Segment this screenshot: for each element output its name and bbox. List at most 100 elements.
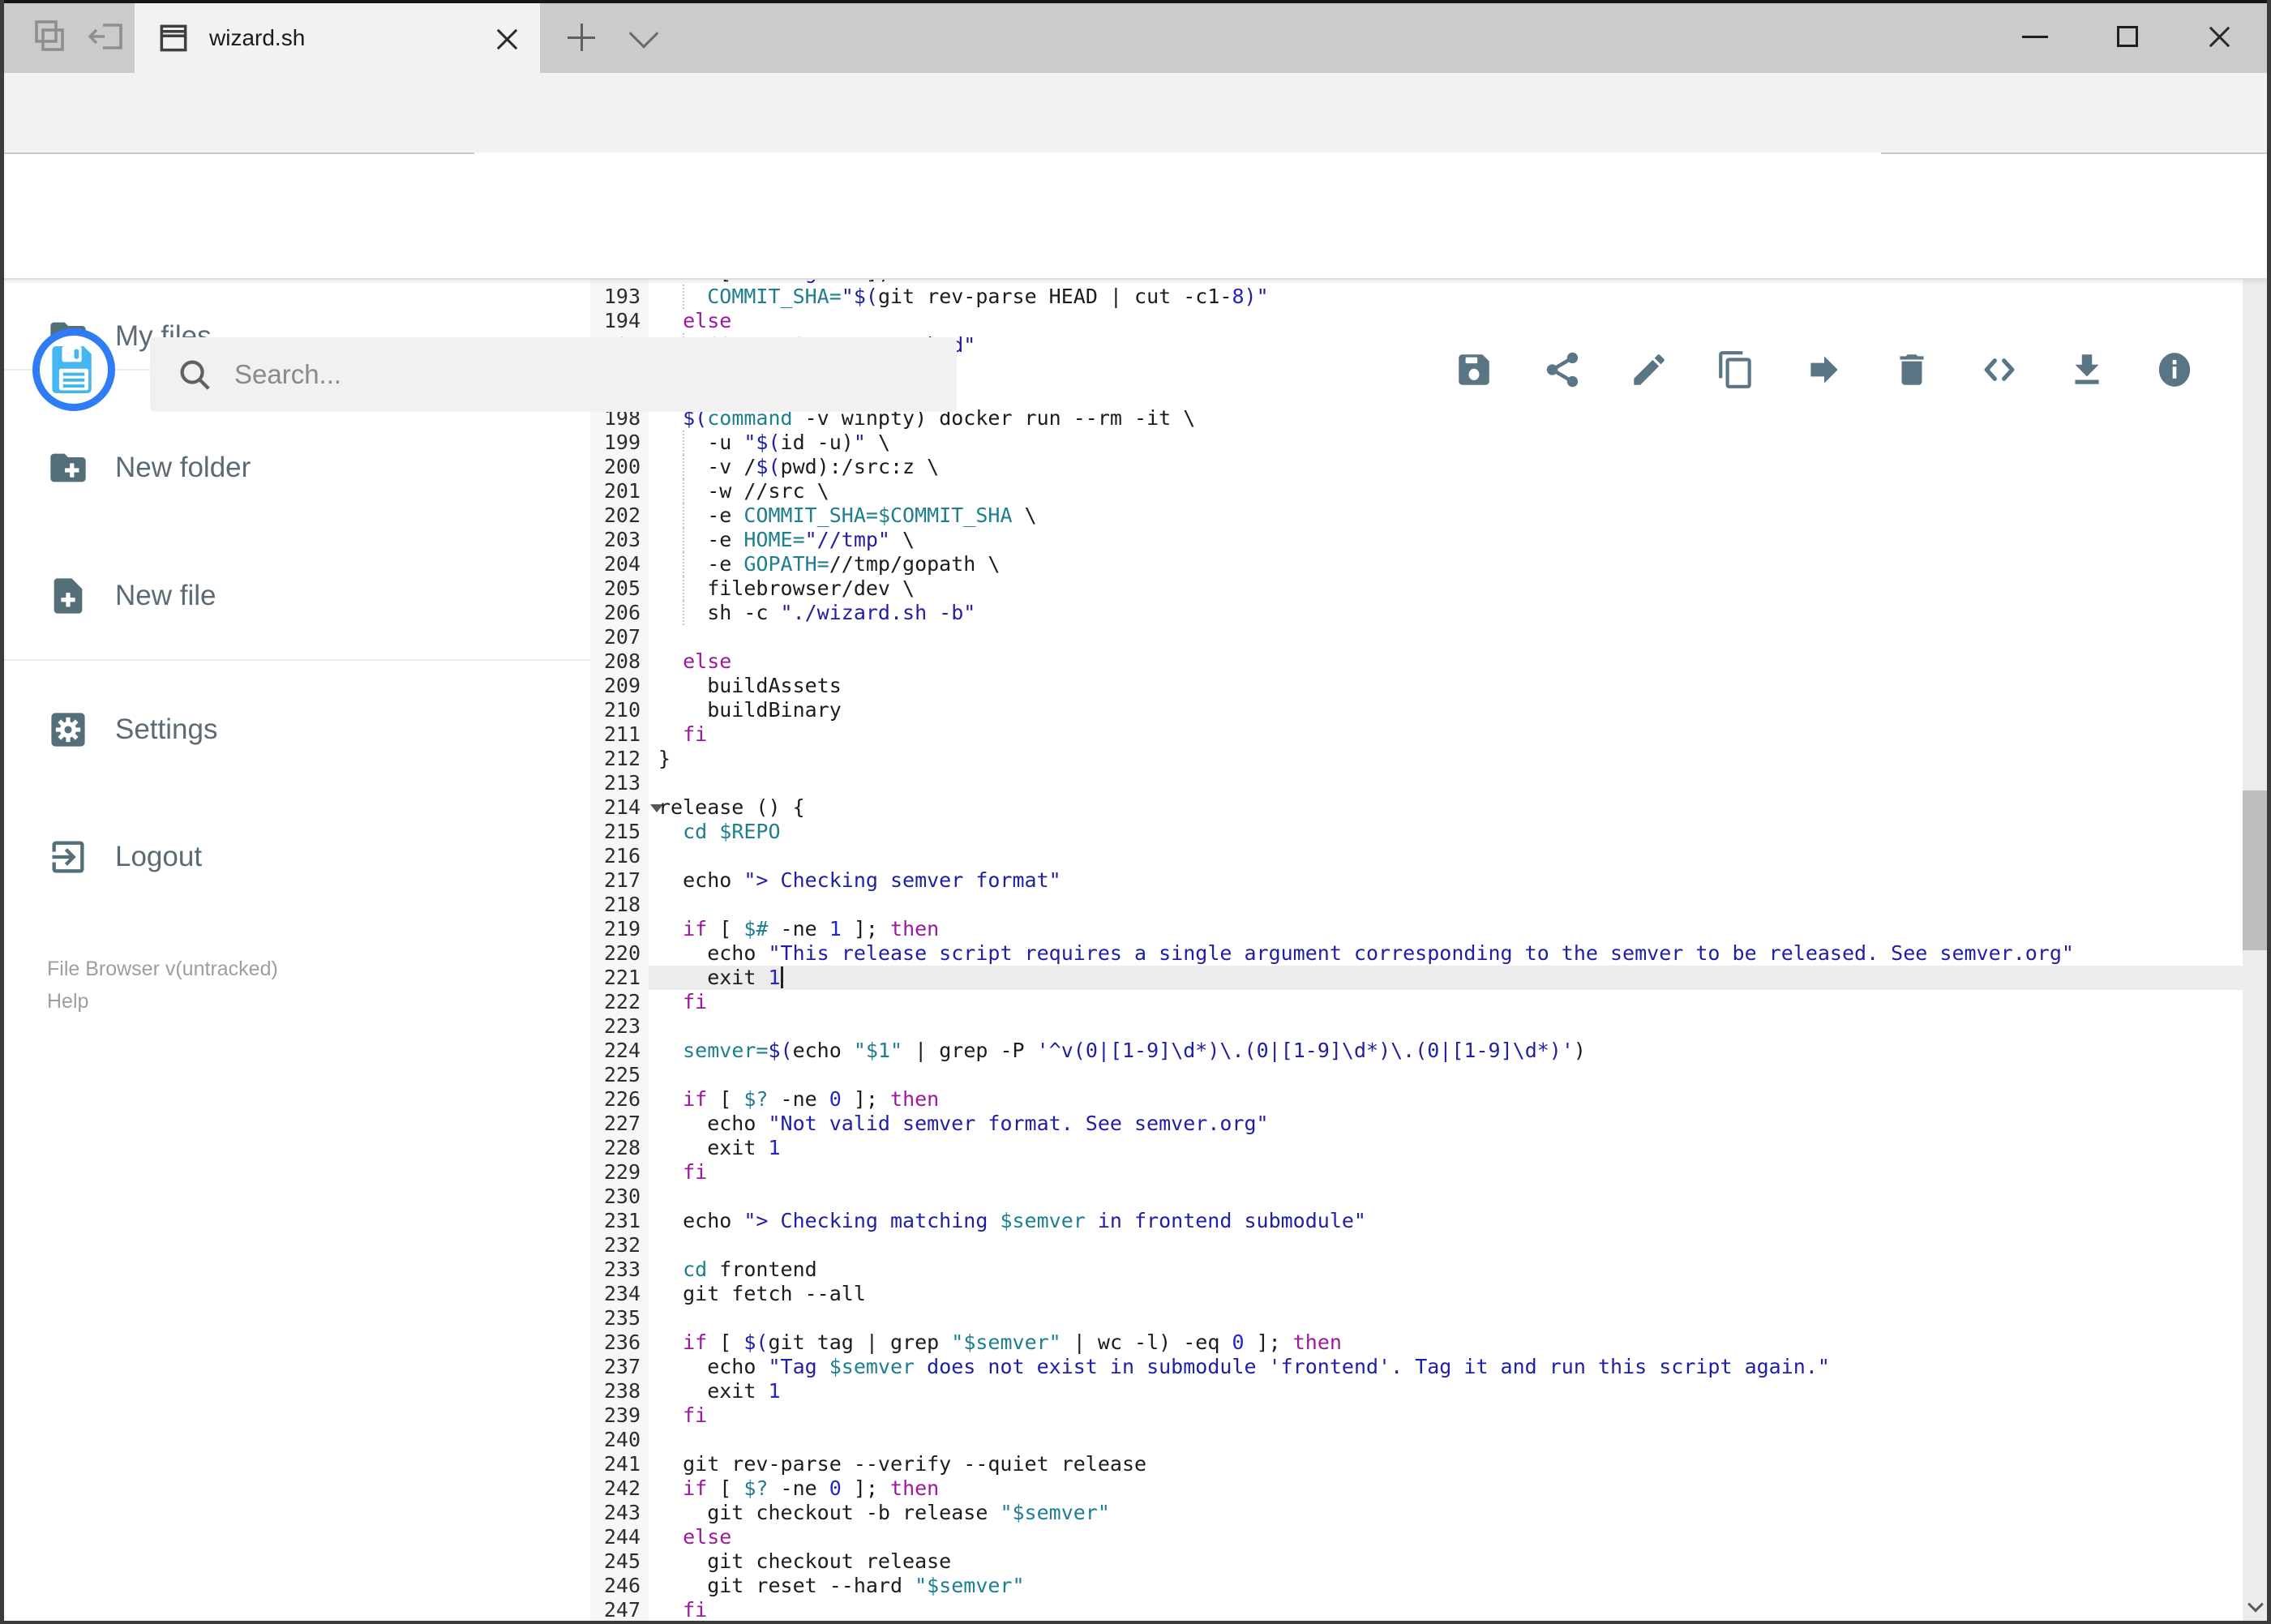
code-line[interactable]: 204 -e GOPATH=//tmp/gopath \ xyxy=(590,552,2243,576)
code-line[interactable]: 220 echo "This release script requires a… xyxy=(590,941,2243,966)
code-line[interactable]: 222 fi xyxy=(590,990,2243,1014)
code-line[interactable]: 234 git fetch --all xyxy=(590,1282,2243,1306)
code-line[interactable]: 229 fi xyxy=(590,1160,2243,1185)
sidebar-item-new-folder[interactable]: New folder xyxy=(0,427,590,508)
line-number: 246 xyxy=(590,1574,649,1598)
delete-button[interactable] xyxy=(1880,338,1943,401)
maximize-button[interactable] xyxy=(2082,0,2173,73)
edit-button[interactable] xyxy=(1618,338,1681,401)
code-line[interactable]: 235 xyxy=(590,1306,2243,1330)
code-line[interactable]: 237 echo "Tag $semver does not exist in … xyxy=(590,1355,2243,1379)
code-line[interactable]: 203 -e HOME="//tmp" \ xyxy=(590,528,2243,552)
code-lines: 192 if [ -d ".git" ]; then193 COMMIT_SHA… xyxy=(590,280,2243,1622)
line-number: 210 xyxy=(590,698,649,722)
browser-tab[interactable]: wizard.sh xyxy=(135,3,540,73)
tab-list-chevron-icon[interactable] xyxy=(623,18,665,55)
indent-guide xyxy=(683,503,684,528)
scroll-down-arrow-icon[interactable] xyxy=(2243,1592,2268,1624)
minimize-button[interactable] xyxy=(1990,0,2080,73)
code-line[interactable]: 205 filebrowser/dev \ xyxy=(590,576,2243,601)
code-line[interactable]: 202 -e COMMIT_SHA=$COMMIT_SHA \ xyxy=(590,503,2243,528)
code-line[interactable]: 241 git rev-parse --verify --quiet relea… xyxy=(590,1452,2243,1476)
code-line[interactable]: 223 xyxy=(590,1014,2243,1039)
code-line[interactable]: 194 else xyxy=(590,309,2243,333)
search-bar[interactable] xyxy=(150,337,957,412)
code-line[interactable]: 215 cd $REPO xyxy=(590,820,2243,844)
code-line[interactable]: 225 xyxy=(590,1063,2243,1087)
help-link[interactable]: Help xyxy=(47,985,278,1018)
filebrowser-logo xyxy=(32,328,115,411)
code-line[interactable]: 221 exit 1 xyxy=(590,966,2243,990)
code-line[interactable]: 246 git reset --hard "$semver" xyxy=(590,1574,2243,1598)
code-line[interactable]: 231 echo "> Checking matching $semver in… xyxy=(590,1209,2243,1233)
copy-button[interactable] xyxy=(1704,338,1768,401)
set-tabs-aside-icon[interactable] xyxy=(81,13,135,60)
sidebar-item-settings[interactable]: Settings xyxy=(0,689,590,770)
code-line[interactable]: 216 xyxy=(590,844,2243,868)
code-editor[interactable]: 192 if [ -d ".git" ]; then193 COMMIT_SHA… xyxy=(590,280,2243,1624)
code-line[interactable]: 239 fi xyxy=(590,1403,2243,1428)
code-line[interactable]: 208 else xyxy=(590,649,2243,674)
code-line[interactable]: 232 xyxy=(590,1233,2243,1258)
code-view-button[interactable] xyxy=(1968,338,2031,401)
code-line[interactable]: 243 git checkout -b release "$semver" xyxy=(590,1501,2243,1525)
line-number: 232 xyxy=(590,1233,649,1258)
scrollbar-thumb[interactable] xyxy=(2243,791,2268,950)
line-number: 218 xyxy=(590,893,649,917)
download-button[interactable] xyxy=(2055,338,2119,401)
code-line[interactable]: 233 cd frontend xyxy=(590,1258,2243,1282)
sidebar-item-label: New folder xyxy=(115,452,251,483)
code-line[interactable]: 206 sh -c "./wizard.sh -b" xyxy=(590,601,2243,625)
line-number: 206 xyxy=(590,601,649,625)
code-line[interactable]: 207 xyxy=(590,625,2243,649)
sidebar: My files New folder New file Settings Lo… xyxy=(0,280,590,1624)
code-line[interactable]: 245 git checkout release xyxy=(590,1549,2243,1574)
tab-title: wizard.sh xyxy=(209,25,306,50)
code-line[interactable]: 242 if [ $? -ne 0 ]; then xyxy=(590,1476,2243,1501)
browser-navbar: filebrowser.web/files/wizard.sh xyxy=(0,73,2271,221)
code-line[interactable]: 238 exit 1 xyxy=(590,1379,2243,1403)
sidebar-item-logout[interactable]: Logout xyxy=(0,816,590,898)
filebrowser-header xyxy=(0,154,2271,412)
code-line[interactable]: 219 if [ $# -ne 1 ]; then xyxy=(590,917,2243,941)
code-line[interactable]: 212} xyxy=(590,747,2243,771)
code-line[interactable]: 218 xyxy=(590,893,2243,917)
sidebar-item-label: Logout xyxy=(115,841,203,872)
tab-preview-icon[interactable] xyxy=(23,13,76,60)
code-line[interactable]: 236 if [ $(git tag | grep "$semver" | wc… xyxy=(590,1330,2243,1355)
tab-close-icon[interactable] xyxy=(488,20,525,58)
search-input[interactable] xyxy=(234,359,899,390)
code-line[interactable]: 210 buildBinary xyxy=(590,698,2243,722)
code-line[interactable]: 227 echo "Not valid semver format. See s… xyxy=(590,1112,2243,1136)
code-line[interactable]: 211 fi xyxy=(590,722,2243,747)
code-line[interactable]: 244 else xyxy=(590,1525,2243,1549)
code-line[interactable]: 226 if [ $? -ne 0 ]; then xyxy=(590,1087,2243,1112)
code-line[interactable]: 217 echo "> Checking semver format" xyxy=(590,868,2243,893)
line-number: 220 xyxy=(590,941,649,966)
move-button[interactable] xyxy=(1793,338,1856,401)
code-line[interactable]: 200 -v /$(pwd):/src:z \ xyxy=(590,455,2243,479)
line-number: 213 xyxy=(590,771,649,795)
page-scrollbar[interactable] xyxy=(2243,154,2268,1624)
save-button[interactable] xyxy=(1442,338,1506,401)
new-folder-icon xyxy=(50,453,86,482)
code-line[interactable]: 214 release () { xyxy=(590,795,2243,820)
indent-guide xyxy=(683,528,684,552)
close-window-button[interactable] xyxy=(2175,0,2264,73)
info-button[interactable] xyxy=(2143,338,2206,401)
new-tab-button[interactable] xyxy=(558,16,605,58)
code-line[interactable]: 209 buildAssets xyxy=(590,674,2243,698)
share-button[interactable] xyxy=(1531,338,1594,401)
code-line[interactable]: 193 COMMIT_SHA="$(git rev-parse HEAD | c… xyxy=(590,285,2243,309)
code-line[interactable]: 224 semver=$(echo "$1" | grep -P '^v(0|[… xyxy=(590,1039,2243,1063)
line-number: 216 xyxy=(590,844,649,868)
page-icon xyxy=(160,24,187,52)
code-line[interactable]: 228 exit 1 xyxy=(590,1136,2243,1160)
sidebar-item-new-file[interactable]: New file xyxy=(0,555,590,636)
code-line[interactable]: 247 fi xyxy=(590,1598,2243,1622)
code-line[interactable]: 213 xyxy=(590,771,2243,795)
code-line[interactable]: 199 -u "$(id -u)" \ xyxy=(590,431,2243,455)
code-line[interactable]: 230 xyxy=(590,1185,2243,1209)
code-line[interactable]: 201 -w //src \ xyxy=(590,479,2243,503)
code-line[interactable]: 240 xyxy=(590,1428,2243,1452)
